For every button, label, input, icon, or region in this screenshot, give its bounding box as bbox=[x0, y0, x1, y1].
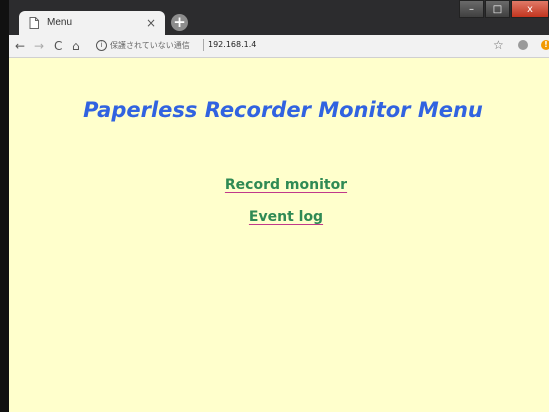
window-controls: – □ x bbox=[458, 0, 549, 20]
tab-close-icon[interactable]: × bbox=[146, 15, 156, 31]
tab-menu[interactable]: Menu × bbox=[19, 11, 165, 36]
window-left-edge bbox=[0, 0, 9, 412]
new-tab-button[interactable]: + bbox=[171, 14, 188, 31]
info-icon[interactable]: i bbox=[96, 40, 107, 51]
browser-window: Menu × + – □ x ← → C ⌂ i 保護されていない通信 192.… bbox=[9, 0, 549, 412]
title-bar: Menu × + – □ x bbox=[9, 0, 549, 36]
back-arrow-icon[interactable]: ← bbox=[15, 38, 25, 54]
home-icon[interactable]: ⌂ bbox=[72, 38, 80, 54]
page-icon bbox=[29, 17, 39, 29]
browser-toolbar: ← → C ⌂ i 保護されていない通信 192.168.1.4 ☆ ! bbox=[9, 35, 549, 58]
security-status[interactable]: 保護されていない通信 bbox=[110, 40, 190, 51]
maximize-button[interactable]: □ bbox=[485, 0, 510, 18]
minimize-button[interactable]: – bbox=[459, 0, 484, 18]
address-bar-url[interactable]: 192.168.1.4 bbox=[208, 40, 256, 49]
page-title: Paperless Recorder Monitor Menu bbox=[83, 98, 483, 122]
forward-arrow-icon[interactable]: → bbox=[34, 38, 44, 54]
reload-icon[interactable]: C bbox=[54, 38, 62, 54]
tab-title: Menu bbox=[47, 17, 73, 28]
update-alert-icon[interactable]: ! bbox=[541, 40, 549, 50]
bookmark-star-icon[interactable]: ☆ bbox=[493, 38, 504, 52]
close-window-button[interactable]: x bbox=[511, 0, 549, 18]
address-separator bbox=[203, 39, 204, 51]
profile-avatar-icon[interactable] bbox=[518, 40, 528, 50]
event-log-link[interactable]: Event log bbox=[9, 209, 549, 225]
record-monitor-link[interactable]: Record monitor bbox=[9, 177, 549, 193]
page-content: Paperless Recorder Monitor Menu Record m… bbox=[9, 58, 549, 412]
